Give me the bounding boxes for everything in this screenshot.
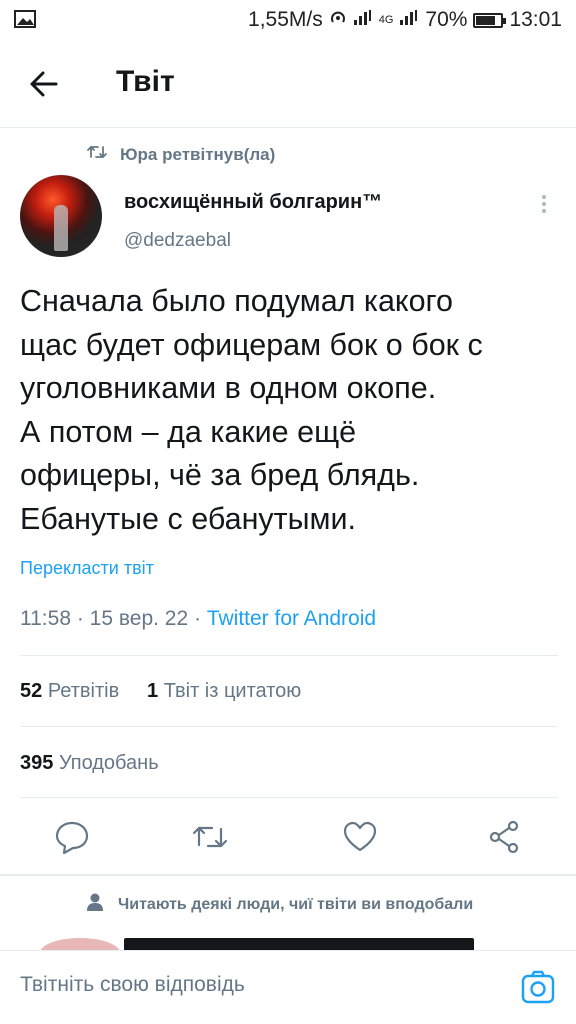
avatar[interactable] [20,175,102,257]
network-type: 4G [378,14,394,26]
network-speed: 1,55M/s [248,8,323,31]
reply-bar: Твітніть свою відповідь [0,950,576,1024]
next-tweet-text [124,938,474,950]
divider [20,726,558,727]
battery-icon [473,12,507,28]
retweet-icon[interactable] [190,815,230,859]
tweet-timestamp: 11:58 · 15 вер. 22 · [20,607,207,630]
arrow-left-icon[interactable] [24,64,64,104]
suggestion-label: Читають деякі люди, чиї твіти ви вподоба… [118,895,474,913]
tweet-actions [0,815,576,861]
reply-input[interactable]: Твітніть свою відповідь [20,973,245,997]
comment-icon[interactable] [52,815,92,859]
hotspot-icon [329,8,347,32]
suggestion-header: Читають деякі люди, чиї твіти ви вподоба… [86,892,473,917]
retweet-small-icon [86,144,108,165]
vertical-dots-icon[interactable] [532,190,556,220]
tweet-text: Сначала было подумал какого щас будет оф… [20,284,483,536]
signal-icon-2 [399,8,419,32]
app-header: Твіт [0,40,576,128]
signal-icon [353,8,373,32]
battery-percent: 70% [425,8,468,31]
next-tweet-avatar [40,938,120,950]
likes-count[interactable]: 395 [20,752,53,774]
retweet-stats: 52 Ретвітів 1 Твіт із цитатою [20,680,301,703]
retweets-label[interactable]: Ретвітів [48,680,119,702]
divider [20,797,558,798]
tweet-source-link[interactable]: Twitter for Android [207,607,376,630]
camera-icon[interactable] [518,967,558,1007]
divider [20,655,558,656]
section-separator [0,874,576,876]
retweeted-by[interactable]: Юра ретвітнув(ла) [86,144,275,165]
clock: 13:01 [509,8,562,31]
translate-link[interactable]: Перекласти твіт [20,558,154,579]
author-display-name[interactable]: восхищённый болгарин™ [124,191,382,214]
image-notification-icon [14,9,36,35]
quotes-label[interactable]: Твіт із цитатою [164,680,302,702]
author-handle[interactable]: @dedzaebal [124,230,231,252]
like-stats: 395 Уподобань [20,752,159,775]
page-title: Твіт [116,65,175,98]
person-icon [86,892,104,917]
retweeted-by-label: Юра ретвітнув(ла) [120,144,276,164]
likes-label[interactable]: Уподобань [59,752,159,774]
status-bar: 1,55M/s 4G 70% 13:01 [0,0,576,40]
quotes-count[interactable]: 1 [147,680,158,702]
retweets-count[interactable]: 52 [20,680,42,702]
next-tweet-peek[interactable] [0,932,576,950]
share-icon[interactable] [484,815,524,859]
tweet-meta: 11:58 · 15 вер. 22 · Twitter for Android [20,607,376,631]
heart-icon[interactable] [340,815,380,859]
